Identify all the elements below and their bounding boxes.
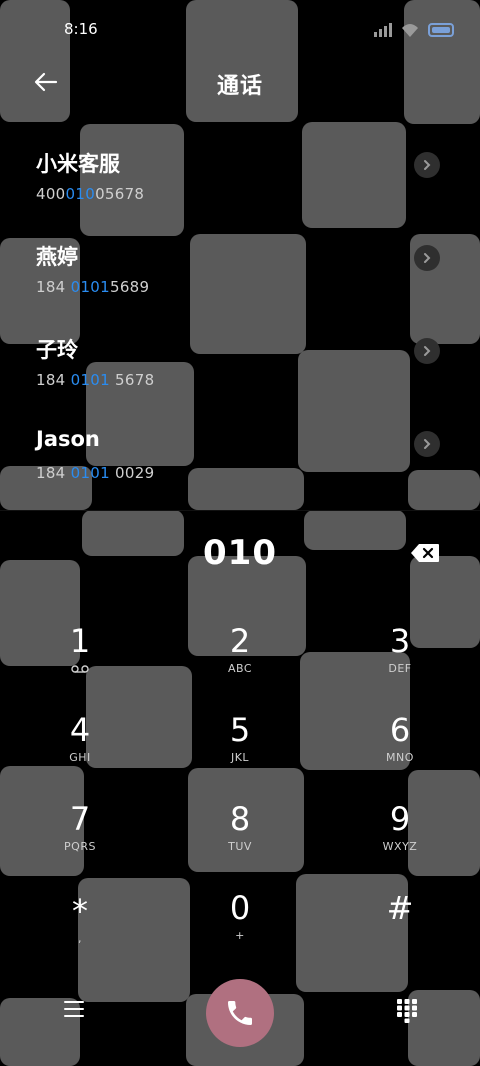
key-7[interactable]: 7 PQRS [20,800,140,878]
wifi-icon [402,24,418,37]
dial-number-display[interactable]: 010 [0,533,480,573]
chevron-right-icon [424,253,431,263]
key-star[interactable]: * , [20,892,140,970]
key-digit: 4 [69,711,91,749]
chevron-right-icon [424,160,431,170]
key-digit: 8 [229,800,251,838]
status-icons [374,22,454,38]
contact-item[interactable]: 小米客服 40001005678 [0,148,480,234]
key-letters: ABC [227,662,253,675]
key-letters: MNO [386,751,414,764]
dialpad-toggle-button[interactable] [397,999,417,1023]
contact-detail-button[interactable] [414,245,440,271]
contact-name: 燕婷 [36,245,78,269]
key-5[interactable]: 5 JKL [180,711,300,789]
key-6[interactable]: 6 MNO [340,711,460,789]
key-letters: JKL [230,751,250,764]
key-letters: TUV [228,840,252,853]
chevron-right-icon [424,439,431,449]
key-0[interactable]: 0 + [180,889,300,967]
key-digit: 1 [69,622,91,660]
backspace-icon [411,544,439,562]
divider [0,510,480,511]
key-letters: GHI [69,751,91,764]
chevron-right-icon [424,346,431,356]
contact-name: 子玲 [36,338,78,362]
dialpad-icon [397,999,417,1023]
key-digit: 7 [69,800,91,838]
key-digit: 3 [389,622,411,660]
key-9[interactable]: 9 WXYZ [340,800,460,878]
key-2[interactable]: 2 ABC [180,622,300,700]
call-button[interactable] [206,979,274,1047]
contact-item[interactable]: Jason 184 0101 0029 [0,427,480,513]
key-letters: , [78,932,82,945]
contact-number: 184 0101 0029 [36,464,155,482]
contact-number: 184 01015689 [36,278,150,296]
contact-item[interactable]: 燕婷 184 01015689 [0,241,480,327]
key-digit: * [72,892,88,930]
phone-icon [228,1001,252,1025]
menu-icon [64,1001,84,1017]
key-letters: WXYZ [382,840,418,853]
key-4[interactable]: 4 GHI [20,711,140,789]
contact-detail-button[interactable] [414,338,440,364]
menu-button[interactable] [64,1001,84,1019]
key-letters: DEF [388,662,412,675]
key-8[interactable]: 8 TUV [180,800,300,878]
key-digit: 9 [389,800,411,838]
key-digit: 2 [229,622,251,660]
contact-name: 小米客服 [36,152,120,176]
contact-detail-button[interactable] [414,152,440,178]
contact-number: 184 0101 5678 [36,371,155,389]
contact-name: Jason [36,427,100,451]
key-hash[interactable]: # [340,889,460,967]
signal-icon [374,23,392,37]
contact-number: 40001005678 [36,185,145,203]
key-digit: 5 [229,711,251,749]
key-digit: 6 [389,711,411,749]
key-1[interactable]: 1 [20,622,140,700]
key-letters: PQRS [64,840,96,853]
contact-detail-button[interactable] [414,431,440,457]
contact-item[interactable]: 子玲 184 0101 5678 [0,334,480,420]
backspace-button[interactable] [410,543,440,563]
status-time: 8:16 [64,20,98,38]
key-digit: # [386,889,414,927]
key-letters: + [235,929,245,942]
voicemail-icon [71,665,89,673]
key-3[interactable]: 3 DEF [340,622,460,700]
battery-icon [428,23,454,37]
page-title: 通话 [216,74,263,99]
key-digit: 0 [229,889,251,927]
